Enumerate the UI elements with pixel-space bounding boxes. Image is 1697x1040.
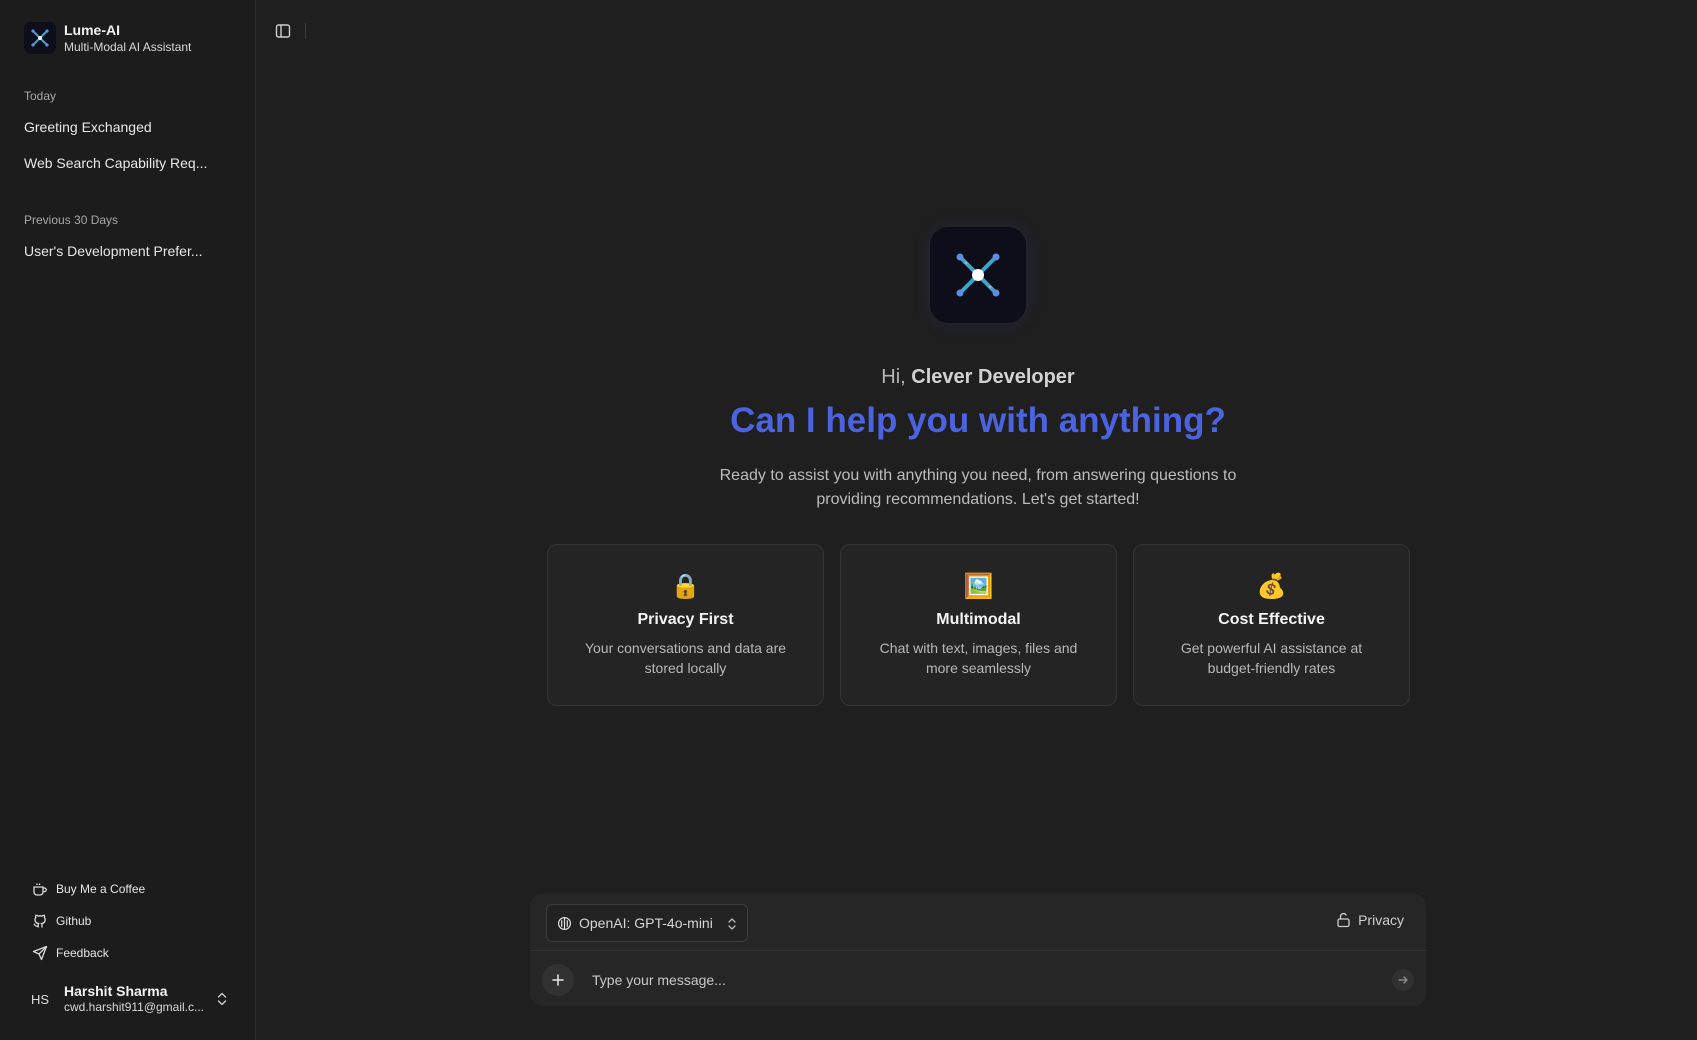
- app-name: Lume-AI: [64, 22, 120, 38]
- greeting: Hi, Clever Developer: [0, 366, 1697, 389]
- composer-toolbar: OpenAI: GPT-4o-mini Privacy: [530, 894, 1426, 951]
- user-menu[interactable]: HS Harshit Sharma cwd.harshit911@gmail.c…: [24, 980, 234, 1018]
- openai-icon: [557, 916, 572, 930]
- github-link[interactable]: Github: [32, 913, 91, 929]
- intro-text: Ready to assist you with anything you ne…: [719, 467, 1237, 508]
- chevrons-up-down-icon: [217, 992, 227, 1006]
- coffee-icon: [33, 883, 47, 896]
- privacy-button[interactable]: Privacy: [1336, 912, 1404, 928]
- picture-emoji-icon: 🖼️: [963, 573, 994, 600]
- hero-logo-icon: [930, 227, 1026, 323]
- avatar: HS: [24, 983, 56, 1015]
- lock-emoji-icon: 🔒: [670, 573, 701, 600]
- money-bag-emoji-icon: 💰: [1256, 573, 1287, 600]
- group-label-previous-30-days: Previous 30 Days: [24, 213, 119, 227]
- feedback-link[interactable]: Feedback: [32, 945, 109, 961]
- chat-item[interactable]: Web Search Capability Req...: [24, 155, 214, 171]
- model-select[interactable]: OpenAI: GPT-4o-mini: [546, 904, 748, 942]
- sidebar: Lume-AI Multi-Modal AI Assistant Today G…: [0, 0, 256, 1040]
- headline: Can I help you with anything?: [730, 401, 1226, 440]
- brand[interactable]: Lume-AI Multi-Modal AI Assistant: [24, 22, 191, 55]
- privacy-label: Privacy: [1358, 912, 1404, 928]
- send-button[interactable]: [1392, 969, 1414, 991]
- group-label-today: Today: [24, 89, 57, 103]
- user-email: cwd.harshit911@gmail.c...: [64, 1000, 205, 1015]
- buy-me-a-coffee-link[interactable]: Buy Me a Coffee: [32, 881, 145, 897]
- plus-icon: [552, 974, 564, 986]
- card-title: Cost Effective: [1218, 611, 1325, 628]
- card-title: Privacy First: [637, 611, 734, 628]
- card-description: Get powerful AI assistance at budget-fri…: [1180, 640, 1363, 676]
- toolbar-divider: [305, 23, 306, 39]
- send-icon: [32, 945, 48, 961]
- chevrons-up-down-icon: [728, 918, 736, 930]
- footer-link-label: Buy Me a Coffee: [56, 882, 146, 896]
- model-label: OpenAI: GPT-4o-mini: [579, 915, 713, 931]
- app-subtitle: Multi-Modal AI Assistant: [64, 39, 192, 54]
- footer-link-label: Github: [56, 914, 92, 928]
- arrow-right-icon: [1398, 976, 1408, 984]
- card-description: Chat with text, images, files and more s…: [879, 640, 1078, 676]
- card-description: Your conversations and data are stored l…: [584, 640, 787, 676]
- chat-item[interactable]: User's Development Prefer...: [24, 243, 214, 259]
- feature-card-privacy: 🔒 Privacy First Your conversations and d…: [547, 544, 824, 706]
- sidebar-toggle-button[interactable]: [274, 22, 292, 40]
- attach-button[interactable]: [542, 964, 574, 996]
- lock-open-icon: [1337, 912, 1350, 928]
- card-title: Multimodal: [936, 611, 1021, 628]
- message-composer: OpenAI: GPT-4o-mini Privacy: [530, 894, 1426, 1006]
- feature-card-cost: 💰 Cost Effective Get powerful AI assista…: [1133, 544, 1410, 706]
- feature-card-multimodal: 🖼️ Multimodal Chat with text, images, fi…: [840, 544, 1117, 706]
- user-name: Harshit Sharma: [64, 983, 168, 1000]
- lume-logo-icon: [24, 22, 56, 55]
- footer-link-label: Feedback: [56, 946, 109, 960]
- chat-item[interactable]: Greeting Exchanged: [24, 119, 214, 135]
- github-icon: [33, 914, 46, 928]
- message-input[interactable]: [592, 966, 1312, 994]
- greeting-name: Clever Developer: [911, 366, 1075, 388]
- greeting-prefix: Hi,: [881, 366, 906, 388]
- panel-left-icon: [275, 24, 291, 38]
